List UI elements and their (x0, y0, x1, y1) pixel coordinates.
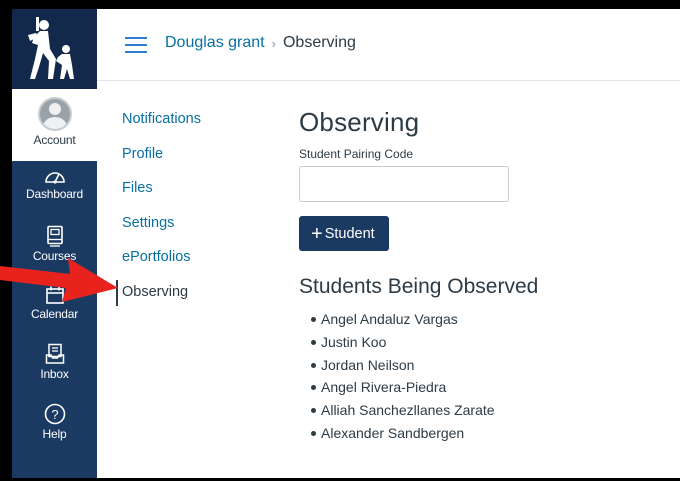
page-header: Douglas grant › Observing (97, 9, 680, 81)
pairing-code-label: Student Pairing Code (299, 147, 414, 161)
list-item: Angel Rivera-Piedra (299, 376, 669, 399)
nav-inbox-label: Inbox (40, 367, 69, 381)
list-item: Angel Andaluz Vargas (299, 308, 669, 331)
settings-nav-notifications[interactable]: Notifications (122, 107, 201, 142)
svg-text:?: ? (51, 407, 58, 422)
dashboard-icon (44, 172, 65, 184)
page-title: Observing (299, 107, 420, 137)
inbox-icon (45, 343, 64, 364)
pairing-code-input[interactable] (299, 166, 509, 202)
list-item: Alexander Sandbergen (299, 422, 669, 445)
list-item: Alliah Sanchezllanes Zarate (299, 399, 669, 422)
breadcrumb-current: Observing (282, 34, 356, 51)
menu-toggle-icon[interactable] (125, 37, 147, 53)
breadcrumb-user-link[interactable]: Douglas grant (165, 34, 265, 52)
help-icon: ? (44, 403, 65, 425)
list-item: Jordan Neilson (299, 354, 669, 377)
nav-dashboard-label: Dashboard (26, 187, 83, 201)
courses-icon (46, 225, 63, 247)
settings-nav-observing[interactable]: Observing (116, 279, 201, 306)
students-observed-heading: Students Being Observed (299, 275, 539, 298)
content-area: Douglas grant › Observing Notifications … (97, 9, 680, 478)
nav-help-label: Help (42, 427, 67, 441)
add-student-label: Student (324, 225, 375, 242)
breadcrumb-separator: › (271, 35, 276, 51)
settings-nav: Notifications Profile Files Settings ePo… (116, 107, 201, 306)
nav-help[interactable]: ? Help (12, 403, 97, 441)
global-nav: Account Dashboard Courses Calendar Inbox… (12, 9, 97, 478)
main-panel: Observing Student Pairing Code + Student… (299, 107, 669, 445)
nav-account-label: Account (33, 133, 76, 147)
settings-nav-settings[interactable]: Settings (122, 211, 201, 246)
nav-account[interactable]: Account (12, 89, 97, 161)
plus-icon: + (311, 222, 323, 245)
nav-calendar-label: Calendar (30, 307, 79, 321)
settings-nav-files[interactable]: Files (122, 176, 201, 211)
add-student-button[interactable]: + Student (299, 216, 389, 251)
avatar-icon (37, 97, 72, 131)
institution-logo[interactable] (12, 9, 97, 89)
list-item: Justin Koo (299, 331, 669, 354)
annotation-arrow-icon (0, 258, 118, 302)
settings-nav-profile[interactable]: Profile (122, 142, 201, 177)
student-list: Angel Andaluz Vargas Justin Koo Jordan N… (299, 308, 669, 445)
nav-inbox[interactable]: Inbox (12, 343, 97, 381)
breadcrumb: Douglas grant › Observing (165, 34, 356, 52)
settings-nav-eportfolios[interactable]: ePortfolios (122, 245, 201, 280)
logo-icon (28, 17, 74, 79)
nav-dashboard[interactable]: Dashboard (12, 167, 97, 201)
